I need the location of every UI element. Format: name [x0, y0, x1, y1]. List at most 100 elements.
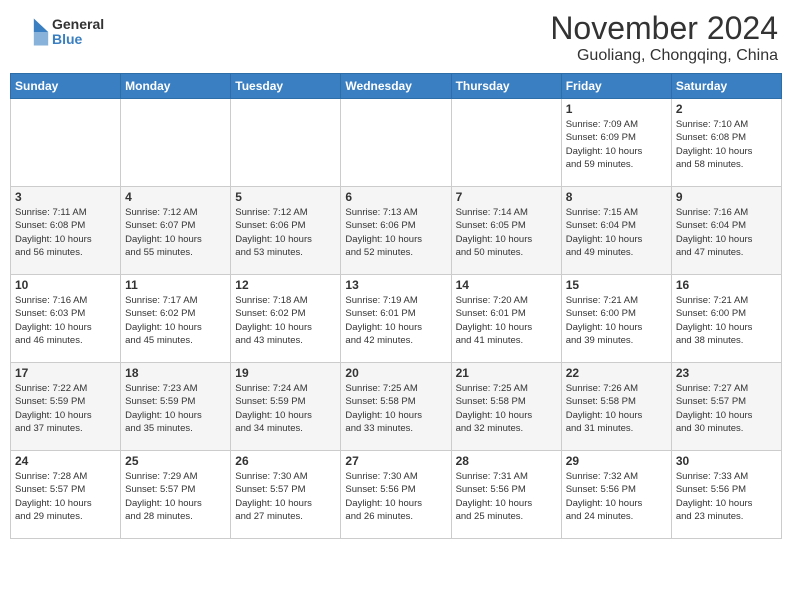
location: Guoliang, Chongqing, China: [550, 47, 778, 65]
calendar-cell: 28 Sunrise: 7:31 AM Sunset: 5:56 PM Dayli…: [451, 451, 561, 539]
calendar-cell: 25 Sunrise: 7:29 AM Sunset: 5:57 PM Dayli…: [121, 451, 231, 539]
calendar-cell: 30 Sunrise: 7:33 AM Sunset: 5:56 PM Dayli…: [671, 451, 781, 539]
calendar-cell: 18Sunrise: 7:23 AM Sunset: 5:59 PM Dayli…: [121, 363, 231, 451]
calendar-cell: 20 Sunrise: 7:25 AM Sunset: 5:58 PM Dayli…: [341, 363, 451, 451]
calendar-cell: [231, 99, 341, 187]
day-number: 12: [235, 278, 336, 292]
calendar-week-row: 24 Sunrise: 7:28 AM Sunset: 5:57 PM Dayli…: [11, 451, 782, 539]
day-number: 21: [456, 366, 557, 380]
weekday-header-friday: Friday: [561, 74, 671, 99]
logo: General Blue: [14, 14, 104, 50]
day-info: Sunrise: 7:21 AM Sunset: 6:00 PM Dayligh…: [676, 294, 777, 347]
day-number: 2: [676, 102, 777, 116]
day-number: 20: [345, 366, 446, 380]
calendar-cell: [11, 99, 121, 187]
calendar-cell: 14Sunrise: 7:20 AM Sunset: 6:01 PM Dayli…: [451, 275, 561, 363]
calendar-cell: 29 Sunrise: 7:32 AM Sunset: 5:56 PM Dayli…: [561, 451, 671, 539]
day-number: 10: [15, 278, 116, 292]
day-info: Sunrise: 7:18 AM Sunset: 6:02 PM Dayligh…: [235, 294, 336, 347]
weekday-header-sunday: Sunday: [11, 74, 121, 99]
day-info: Sunrise: 7:11 AM Sunset: 6:08 PM Dayligh…: [15, 206, 116, 259]
day-number: 27: [345, 454, 446, 468]
logo-blue-text: Blue: [52, 32, 104, 47]
day-number: 30: [676, 454, 777, 468]
day-number: 1: [566, 102, 667, 116]
day-number: 19: [235, 366, 336, 380]
day-info: Sunrise: 7:15 AM Sunset: 6:04 PM Dayligh…: [566, 206, 667, 259]
calendar-cell: 5Sunrise: 7:12 AM Sunset: 6:06 PM Daylig…: [231, 187, 341, 275]
day-info: Sunrise: 7:33 AM Sunset: 5:56 PM Dayligh…: [676, 470, 777, 523]
day-number: 4: [125, 190, 226, 204]
calendar-cell: 10Sunrise: 7:16 AM Sunset: 6:03 PM Dayli…: [11, 275, 121, 363]
calendar-cell: 26 Sunrise: 7:30 AM Sunset: 5:57 PM Dayli…: [231, 451, 341, 539]
day-info: Sunrise: 7:24 AM Sunset: 5:59 PM Dayligh…: [235, 382, 336, 435]
day-info: Sunrise: 7:12 AM Sunset: 6:07 PM Dayligh…: [125, 206, 226, 259]
day-number: 18: [125, 366, 226, 380]
day-number: 26: [235, 454, 336, 468]
day-info: Sunrise: 7:32 AM Sunset: 5:56 PM Dayligh…: [566, 470, 667, 523]
day-info: Sunrise: 7:31 AM Sunset: 5:56 PM Dayligh…: [456, 470, 557, 523]
calendar-week-row: 17 Sunrise: 7:22 AM Sunset: 5:59 PM Dayli…: [11, 363, 782, 451]
day-number: 17: [15, 366, 116, 380]
title-area: November 2024 Guoliang, Chongqing, China: [550, 10, 778, 65]
calendar-cell: [121, 99, 231, 187]
day-number: 16: [676, 278, 777, 292]
day-info: Sunrise: 7:09 AM Sunset: 6:09 PM Dayligh…: [566, 118, 667, 171]
calendar-cell: 23 Sunrise: 7:27 AM Sunset: 5:57 PM Dayli…: [671, 363, 781, 451]
day-info: Sunrise: 7:12 AM Sunset: 6:06 PM Dayligh…: [235, 206, 336, 259]
day-info: Sunrise: 7:16 AM Sunset: 6:04 PM Dayligh…: [676, 206, 777, 259]
weekday-header-thursday: Thursday: [451, 74, 561, 99]
calendar-cell: [451, 99, 561, 187]
day-info: Sunrise: 7:14 AM Sunset: 6:05 PM Dayligh…: [456, 206, 557, 259]
day-number: 8: [566, 190, 667, 204]
day-info: Sunrise: 7:25 AM Sunset: 5:58 PM Dayligh…: [345, 382, 446, 435]
calendar-cell: 2 Sunrise: 7:10 AM Sunset: 6:08 PM Daylig…: [671, 99, 781, 187]
page-header: General Blue November 2024 Guoliang, Cho…: [10, 10, 782, 65]
calendar-cell: 15 Sunrise: 7:21 AM Sunset: 6:00 PM Dayli…: [561, 275, 671, 363]
calendar-cell: 13Sunrise: 7:19 AM Sunset: 6:01 PM Dayli…: [341, 275, 451, 363]
day-number: 6: [345, 190, 446, 204]
calendar-cell: 8 Sunrise: 7:15 AM Sunset: 6:04 PM Daylig…: [561, 187, 671, 275]
weekday-header-saturday: Saturday: [671, 74, 781, 99]
day-info: Sunrise: 7:20 AM Sunset: 6:01 PM Dayligh…: [456, 294, 557, 347]
calendar-week-row: 10Sunrise: 7:16 AM Sunset: 6:03 PM Dayli…: [11, 275, 782, 363]
calendar-cell: 7 Sunrise: 7:14 AM Sunset: 6:05 PM Daylig…: [451, 187, 561, 275]
weekday-header-tuesday: Tuesday: [231, 74, 341, 99]
day-number: 25: [125, 454, 226, 468]
day-info: Sunrise: 7:13 AM Sunset: 6:06 PM Dayligh…: [345, 206, 446, 259]
day-number: 15: [566, 278, 667, 292]
calendar-week-row: 1 Sunrise: 7:09 AM Sunset: 6:09 PM Daylig…: [11, 99, 782, 187]
day-number: 23: [676, 366, 777, 380]
day-info: Sunrise: 7:22 AM Sunset: 5:59 PM Dayligh…: [15, 382, 116, 435]
day-info: Sunrise: 7:29 AM Sunset: 5:57 PM Dayligh…: [125, 470, 226, 523]
calendar-cell: [341, 99, 451, 187]
calendar-cell: 24 Sunrise: 7:28 AM Sunset: 5:57 PM Dayli…: [11, 451, 121, 539]
day-info: Sunrise: 7:30 AM Sunset: 5:57 PM Dayligh…: [235, 470, 336, 523]
logo-general: General: [52, 17, 104, 32]
calendar-cell: 22 Sunrise: 7:26 AM Sunset: 5:58 PM Dayli…: [561, 363, 671, 451]
calendar-cell: 1 Sunrise: 7:09 AM Sunset: 6:09 PM Daylig…: [561, 99, 671, 187]
calendar-cell: 9Sunrise: 7:16 AM Sunset: 6:04 PM Daylig…: [671, 187, 781, 275]
calendar-cell: 4 Sunrise: 7:12 AM Sunset: 6:07 PM Daylig…: [121, 187, 231, 275]
calendar-cell: 6 Sunrise: 7:13 AM Sunset: 6:06 PM Daylig…: [341, 187, 451, 275]
day-info: Sunrise: 7:10 AM Sunset: 6:08 PM Dayligh…: [676, 118, 777, 171]
weekday-header-wednesday: Wednesday: [341, 74, 451, 99]
calendar-cell: 16 Sunrise: 7:21 AM Sunset: 6:00 PM Dayli…: [671, 275, 781, 363]
day-info: Sunrise: 7:26 AM Sunset: 5:58 PM Dayligh…: [566, 382, 667, 435]
calendar-cell: 27Sunrise: 7:30 AM Sunset: 5:56 PM Dayli…: [341, 451, 451, 539]
day-info: Sunrise: 7:28 AM Sunset: 5:57 PM Dayligh…: [15, 470, 116, 523]
day-number: 28: [456, 454, 557, 468]
day-number: 7: [456, 190, 557, 204]
calendar-table: SundayMondayTuesdayWednesdayThursdayFrid…: [10, 73, 782, 539]
calendar-cell: 21Sunrise: 7:25 AM Sunset: 5:58 PM Dayli…: [451, 363, 561, 451]
calendar-cell: 19 Sunrise: 7:24 AM Sunset: 5:59 PM Dayli…: [231, 363, 341, 451]
day-info: Sunrise: 7:27 AM Sunset: 5:57 PM Dayligh…: [676, 382, 777, 435]
calendar-cell: 12 Sunrise: 7:18 AM Sunset: 6:02 PM Dayli…: [231, 275, 341, 363]
day-info: Sunrise: 7:21 AM Sunset: 6:00 PM Dayligh…: [566, 294, 667, 347]
day-number: 24: [15, 454, 116, 468]
weekday-header-monday: Monday: [121, 74, 231, 99]
day-number: 22: [566, 366, 667, 380]
calendar-cell: 3Sunrise: 7:11 AM Sunset: 6:08 PM Daylig…: [11, 187, 121, 275]
day-number: 29: [566, 454, 667, 468]
day-number: 13: [345, 278, 446, 292]
